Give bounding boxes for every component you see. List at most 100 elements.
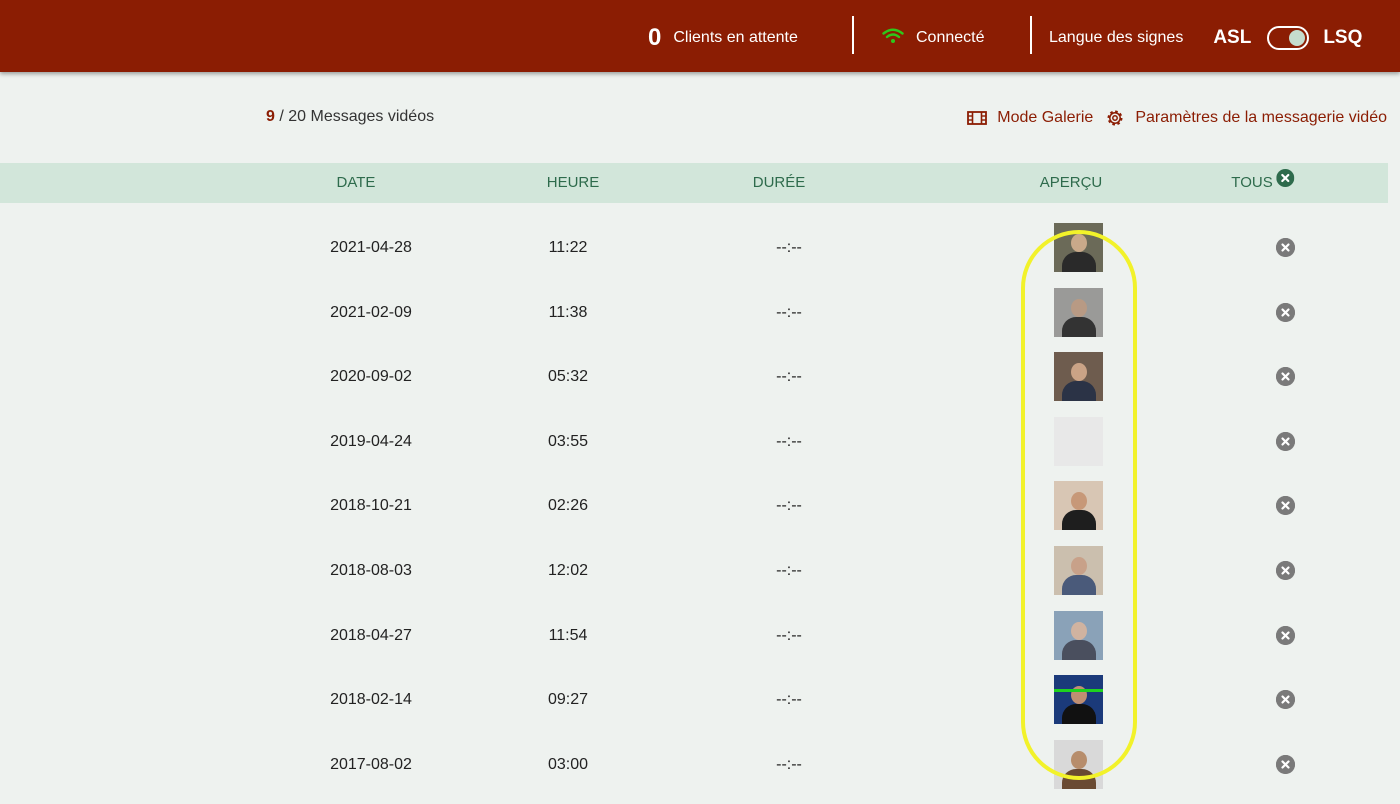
delete-message-button[interactable] [1276, 496, 1295, 516]
delete-message-button[interactable] [1276, 302, 1295, 322]
message-count-total: / 20 Messages vidéos [274, 108, 435, 125]
status-label: Connecté [916, 29, 985, 46]
thumbnail-person-head [1071, 298, 1087, 317]
video-thumbnail[interactable] [1054, 416, 1103, 466]
delete-message-button[interactable] [1276, 690, 1295, 710]
lang-option-lsq[interactable]: LSQ [1323, 27, 1362, 49]
sign-language-switch: Langue des signes ASL LSQ [1049, 0, 1362, 76]
column-header-duration[interactable]: DURÉE [753, 163, 806, 203]
thumbnail-person-body [1062, 252, 1096, 272]
close-circle-icon [1276, 496, 1295, 516]
close-circle-icon [1276, 431, 1295, 451]
row-duration: --:-- [776, 432, 802, 450]
thumbnail-person-body [1062, 704, 1096, 725]
row-date: 2021-02-09 [330, 303, 412, 321]
table-header: DATE HEURE DURÉE APERÇU TOUS [0, 163, 1388, 203]
lang-option-asl[interactable]: ASL [1213, 27, 1251, 49]
delete-message-button[interactable] [1276, 367, 1295, 387]
video-thumbnail[interactable] [1054, 739, 1103, 789]
table-row: 2020-09-02 05:32 --:-- [0, 344, 1388, 409]
row-time: 11:54 [548, 626, 588, 644]
table-row: 2017-08-02 03:00 --:-- [0, 732, 1388, 797]
thumbnail-person-head [1071, 557, 1087, 575]
header-divider [852, 16, 854, 54]
row-date: 2019-04-24 [330, 432, 412, 450]
message-count-current: 9 [266, 108, 275, 125]
language-toggle[interactable] [1267, 26, 1310, 50]
thumbnail-person-head [1071, 621, 1087, 640]
close-circle-icon [1276, 367, 1295, 387]
delete-message-button[interactable] [1276, 238, 1295, 257]
close-circle-icon [1276, 690, 1295, 710]
row-date: 2018-08-03 [330, 562, 412, 579]
row-duration: --:-- [776, 303, 802, 321]
video-thumbnail[interactable] [1054, 223, 1103, 272]
header-divider [1030, 16, 1032, 54]
toggle-knob [1289, 30, 1306, 46]
video-thumbnail[interactable] [1054, 610, 1103, 660]
delete-message-button[interactable] [1276, 561, 1295, 580]
thumbnail-person-body [1062, 510, 1096, 531]
column-header-date[interactable]: DATE [337, 163, 376, 203]
row-duration: --:-- [776, 497, 802, 515]
row-duration: --:-- [776, 691, 802, 709]
table-row: 2021-04-28 11:22 --:-- [0, 215, 1388, 280]
thumbnail-overlay-line [1054, 689, 1103, 693]
close-circle-icon [1276, 625, 1295, 645]
video-thumbnail[interactable] [1054, 481, 1103, 531]
gallery-mode-button[interactable]: Mode Galerie [967, 109, 1093, 127]
row-time: 11:22 [548, 239, 588, 256]
row-date: 2018-04-27 [330, 626, 412, 644]
video-settings-button[interactable]: Paramètres de la messagerie vidéo [1105, 108, 1387, 128]
thumbnail-person-head [1071, 234, 1087, 252]
close-circle-icon [1276, 163, 1295, 203]
waiting-clients: 0 Clients en attente [648, 0, 798, 76]
row-date: 2017-08-02 [330, 755, 412, 773]
delete-all-button[interactable]: TOUS [1231, 163, 1295, 203]
row-date: 2021-04-28 [330, 239, 412, 256]
row-time: 12:02 [547, 562, 589, 579]
thumbnail-person-body [1062, 575, 1096, 595]
wifi-icon [882, 28, 904, 49]
delete-message-button[interactable] [1276, 754, 1295, 774]
gear-icon [1105, 108, 1125, 128]
row-duration: --:-- [776, 626, 802, 644]
message-counter: 9 / 20 Messages vidéos [266, 108, 434, 126]
language-label: Langue des signes [1049, 29, 1184, 46]
row-time: 11:38 [548, 303, 588, 321]
toolbar-actions: Mode Galerie Paramètres de la messagerie… [967, 108, 1387, 128]
close-circle-icon [1276, 238, 1295, 257]
delete-message-button[interactable] [1276, 625, 1295, 645]
close-circle-icon [1276, 754, 1295, 774]
top-bar: 0 Clients en attente Connecté Langue des… [0, 0, 1400, 72]
column-header-time[interactable]: HEURE [547, 163, 600, 203]
thumbnail-person-body [1062, 316, 1096, 337]
film-icon [967, 110, 988, 126]
column-header-all: TOUS [1231, 174, 1273, 191]
thumbnail-person-body [1062, 639, 1096, 660]
close-circle-icon [1276, 302, 1295, 322]
row-time: 03:55 [547, 432, 589, 450]
row-time: 02:26 [547, 497, 589, 515]
row-time: 09:27 [547, 691, 589, 709]
table-row: 2018-10-21 02:26 --:-- [0, 473, 1388, 538]
table-row: 2019-04-24 03:55 --:-- [0, 409, 1388, 474]
video-thumbnail[interactable] [1054, 675, 1103, 725]
gallery-mode-label: Mode Galerie [997, 109, 1094, 126]
row-duration: --:-- [776, 755, 802, 773]
row-time: 05:32 [547, 368, 589, 386]
table-row: 2018-02-14 09:27 --:-- [0, 667, 1388, 732]
table-row: 2018-08-03 12:02 --:-- [0, 538, 1388, 603]
thumbnail-person-body [1062, 768, 1096, 789]
table-row: 2018-04-27 11:54 --:-- [0, 603, 1388, 668]
delete-message-button[interactable] [1276, 431, 1295, 451]
video-thumbnail[interactable] [1054, 546, 1103, 595]
row-duration: --:-- [776, 239, 802, 256]
video-settings-label: Paramètres de la messagerie vidéo [1135, 109, 1387, 126]
row-date: 2020-09-02 [330, 368, 412, 386]
video-thumbnail[interactable] [1054, 287, 1103, 337]
video-thumbnail[interactable] [1054, 352, 1103, 402]
close-circle-icon [1276, 561, 1295, 580]
table-row: 2021-02-09 11:38 --:-- [0, 280, 1388, 345]
row-duration: --:-- [776, 368, 802, 386]
